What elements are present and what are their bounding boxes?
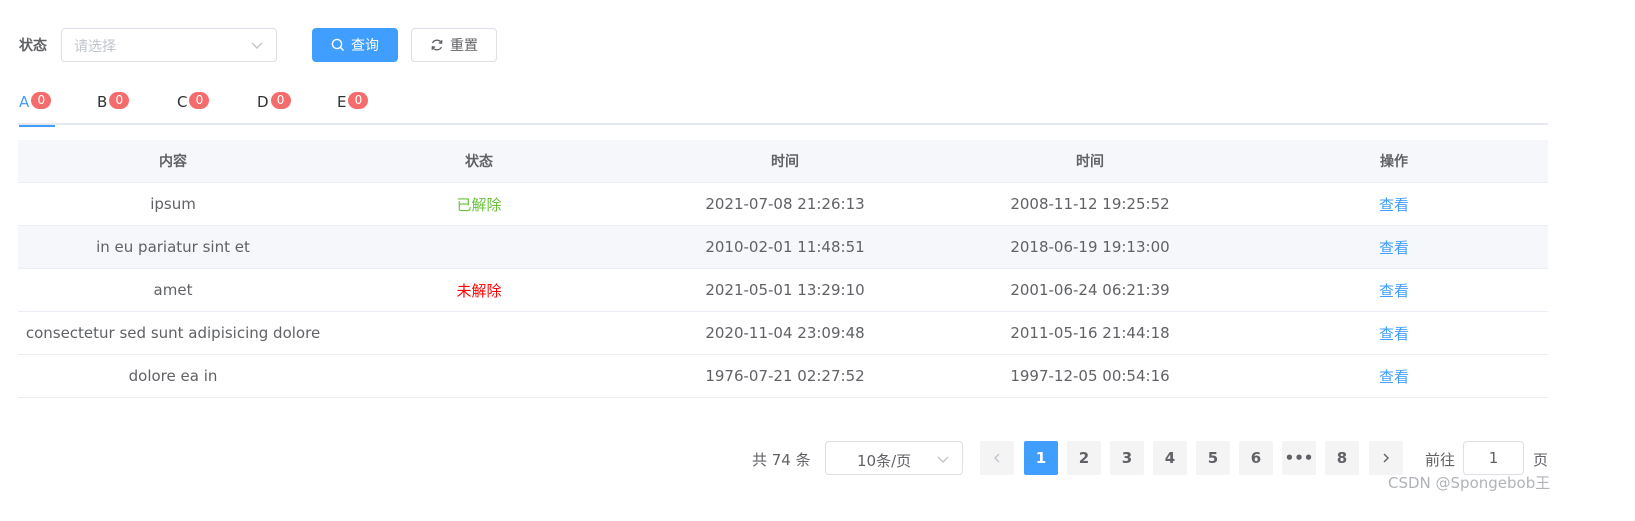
tab-label: D	[257, 93, 269, 111]
reset-button-label: 重置	[450, 38, 478, 54]
tab-label: B	[97, 93, 108, 111]
table-row: amet 未解除 2021-05-01 13:29:10 2001-06-24 …	[18, 269, 1548, 312]
cell-status: 已解除	[456, 195, 502, 214]
view-link[interactable]: 查看	[1379, 280, 1409, 301]
tab-count-badge: 0	[270, 92, 291, 109]
chevron-left-icon	[994, 453, 1000, 463]
view-link[interactable]: 查看	[1379, 194, 1409, 215]
tab-c[interactable]: C 0	[177, 89, 210, 125]
more-pages-button[interactable]: •••	[1282, 441, 1316, 475]
page-button-6[interactable]: 6	[1239, 441, 1273, 475]
cell-content: in eu pariatur sint et	[96, 238, 250, 256]
table-header: 内容 状态 时间 时间 操作	[18, 140, 1548, 183]
tab-a[interactable]: A 0	[19, 89, 55, 127]
goto-page-input[interactable]: 1	[1463, 441, 1524, 475]
watermark: CSDN @Spongebob王	[1388, 474, 1551, 492]
cell-content: amet	[153, 281, 193, 299]
cell-time-2: 2001-06-24 06:21:39	[1010, 281, 1170, 299]
cell-time: 2021-07-08 21:26:13	[705, 195, 865, 213]
view-link[interactable]: 查看	[1379, 237, 1409, 258]
data-table: 内容 状态 时间 时间 操作 ipsum 已解除 2021-07-08 21:2…	[18, 140, 1548, 398]
view-link[interactable]: 查看	[1379, 366, 1409, 387]
page-button-4[interactable]: 4	[1153, 441, 1187, 475]
page-button-1[interactable]: 1	[1024, 441, 1058, 475]
prev-page-button[interactable]	[980, 441, 1014, 475]
cell-time-2: 1997-12-05 00:54:16	[1010, 367, 1170, 385]
page-size-value: 10条/页	[857, 452, 912, 470]
cell-status: 未解除	[456, 281, 502, 300]
total-count: 共 74 条	[752, 451, 811, 469]
table-row: consectetur sed sunt adipisicing dolore …	[18, 312, 1548, 355]
tab-e[interactable]: E 0	[337, 89, 369, 125]
page-button-5[interactable]: 5	[1196, 441, 1230, 475]
page-button-8[interactable]: 8	[1325, 441, 1359, 475]
cell-status	[328, 226, 630, 268]
cell-content: consectetur sed sunt adipisicing dolore	[25, 324, 321, 342]
column-header-action: 操作	[1380, 154, 1408, 170]
pagination: 共 74 条 10条/页 1 2 3 4 5 6 ••• 8 前往 1 页	[0, 441, 1635, 475]
cell-time: 2021-05-01 13:29:10	[705, 281, 865, 299]
goto-label: 前往	[1425, 451, 1456, 469]
refresh-icon	[431, 39, 443, 51]
active-tab-indicator	[19, 125, 55, 127]
status-filter-label: 状态	[19, 38, 47, 54]
goto-suffix: 页	[1533, 451, 1549, 469]
page-button-2[interactable]: 2	[1067, 441, 1101, 475]
column-header-time-2: 时间	[1076, 154, 1104, 170]
tab-count-badge: 0	[189, 92, 210, 109]
chevron-down-icon	[937, 456, 949, 463]
query-button-label: 查询	[351, 38, 379, 54]
cell-time-2: 2008-11-12 19:25:52	[1010, 195, 1170, 213]
cell-content: dolore ea in	[128, 367, 218, 385]
table-row: ipsum 已解除 2021-07-08 21:26:13 2008-11-12…	[18, 183, 1548, 226]
column-header-time: 时间	[771, 154, 799, 170]
next-page-button[interactable]	[1369, 441, 1403, 475]
cell-time: 2010-02-01 11:48:51	[705, 238, 865, 256]
chevron-right-icon	[1383, 453, 1389, 463]
search-icon	[331, 38, 345, 52]
tab-d[interactable]: D 0	[257, 89, 291, 125]
tab-bar: A 0 B 0 C 0 D 0 E 0	[18, 89, 1548, 127]
query-button[interactable]: 查询	[312, 28, 398, 62]
tab-count-badge: 0	[31, 92, 52, 109]
chevron-down-icon	[251, 42, 263, 49]
table-row: dolore ea in 1976-07-21 02:27:52 1997-12…	[18, 355, 1548, 398]
tab-b[interactable]: B 0	[97, 89, 130, 125]
reset-button[interactable]: 重置	[411, 28, 497, 62]
column-header-status: 状态	[465, 154, 493, 170]
cell-status	[328, 355, 630, 397]
filter-bar: 状态 请选择 查询 重置	[18, 28, 618, 62]
page-size-select[interactable]: 10条/页	[825, 441, 963, 475]
cell-time-2: 2011-05-16 21:44:18	[1010, 324, 1170, 342]
tab-label: A	[19, 93, 30, 111]
view-link[interactable]: 查看	[1379, 323, 1409, 344]
column-header-content: 内容	[159, 154, 187, 170]
tab-label: E	[337, 93, 347, 111]
cell-time: 1976-07-21 02:27:52	[705, 367, 865, 385]
status-select[interactable]: 请选择	[61, 28, 277, 62]
tab-count-badge: 0	[109, 92, 130, 109]
cell-content: ipsum	[150, 195, 196, 213]
table-row: in eu pariatur sint et 2010-02-01 11:48:…	[18, 226, 1548, 269]
tab-count-badge: 0	[348, 92, 369, 109]
status-select-placeholder: 请选择	[74, 39, 116, 55]
cell-time: 2020-11-04 23:09:48	[705, 324, 865, 342]
page-button-3[interactable]: 3	[1110, 441, 1144, 475]
tab-label: C	[177, 93, 188, 111]
cell-status	[328, 312, 630, 354]
cell-time-2: 2018-06-19 19:13:00	[1010, 238, 1170, 256]
